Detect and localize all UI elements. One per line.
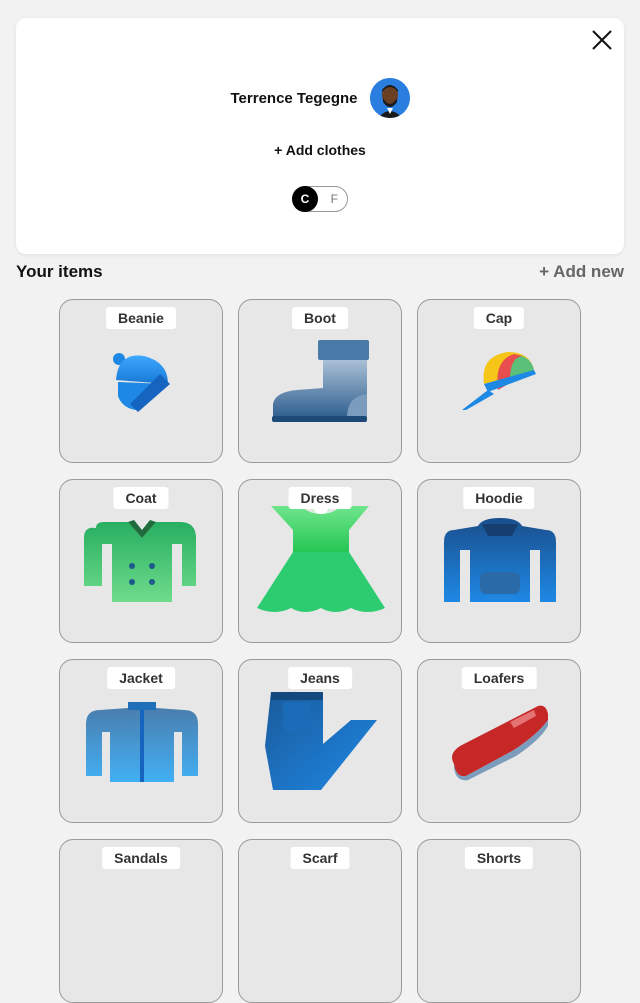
item-label: Jeans [288,667,352,689]
profile-card: Terrence Tegegne + Add clothes C F [16,18,624,254]
item-tile-cap[interactable]: Cap [417,299,581,463]
toggle-label-f: F [330,192,338,206]
item-label: Cap [473,307,525,329]
item-label: Hoodie [463,487,535,509]
item-label: Shorts [464,847,534,869]
profile-row: Terrence Tegegne [16,78,624,118]
item-label: Boot [292,307,348,329]
toggle-knob-c: C [292,186,318,212]
item-tile-jacket[interactable]: Jacket [59,659,223,823]
item-tile-coat[interactable]: Coat [59,479,223,643]
item-label: Scarf [290,847,350,869]
add-clothes-button[interactable]: + Add clothes [16,142,624,158]
close-icon[interactable] [590,28,614,52]
section-title: Your items [16,262,103,281]
item-label: Jacket [107,667,175,689]
item-tile-loafers[interactable]: Loafers [417,659,581,823]
item-tile-jeans[interactable]: Jeans [238,659,402,823]
unit-toggle[interactable]: C F [292,186,348,212]
item-tile-hoodie[interactable]: Hoodie [417,479,581,643]
avatar[interactable] [369,78,410,118]
item-tile-shorts[interactable]: Shorts [417,839,581,1003]
item-tile-beanie[interactable]: Beanie [59,299,223,463]
item-label: Loafers [461,667,537,689]
item-label: Coat [113,487,169,509]
item-tile-dress[interactable]: Dress [238,479,402,643]
user-name: Terrence Tegegne [230,89,358,107]
item-label: Sandals [102,847,180,869]
item-label: Beanie [106,307,176,329]
item-tile-sandals[interactable]: Sandals [59,839,223,1003]
items-grid: Beanie Boot Cap Coat Dress Hoodie Jacket… [59,299,581,1003]
item-tile-scarf[interactable]: Scarf [238,839,402,1003]
item-label: Dress [288,487,352,509]
add-new-button[interactable]: + Add new [539,262,624,282]
item-tile-boot[interactable]: Boot [238,299,402,463]
